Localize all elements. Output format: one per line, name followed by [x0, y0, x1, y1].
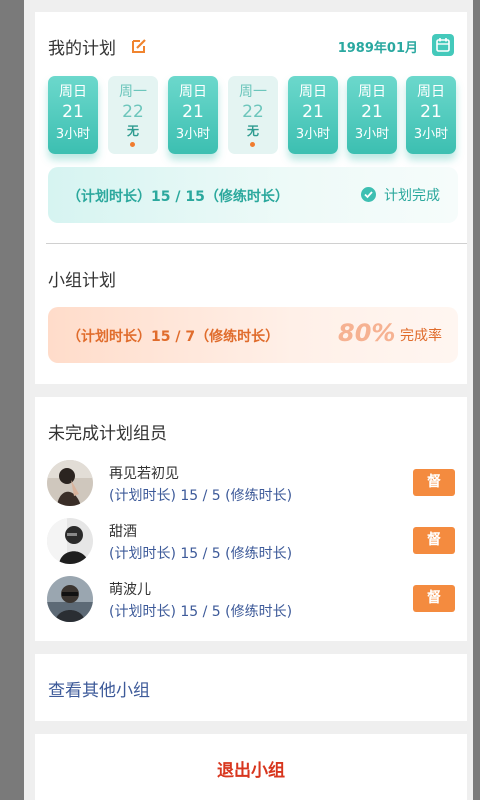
day-item[interactable]: 周一 22 无 — [108, 76, 158, 154]
day-date: 21 — [361, 102, 383, 122]
member-stat: (计划时长) 15 / 5 (修练时长) — [109, 546, 293, 562]
day-weekday: 周日 — [417, 84, 445, 100]
day-date: 21 — [420, 102, 442, 122]
plan-summary-bar: （计划时长）15 / 15（修练时长） 计划完成 — [48, 167, 458, 223]
day-date: 21 — [182, 102, 204, 122]
day-hours: 3小时 — [354, 127, 390, 142]
day-item[interactable]: 周日 21 3小时 — [288, 76, 338, 154]
calendar-icon[interactable] — [432, 34, 454, 56]
dot-indicator — [130, 142, 135, 147]
week-day-row: 周日 21 3小时 周一 22 无 周日 21 3小时 周一 22 无 周日 2… — [48, 76, 458, 156]
day-item[interactable]: 周日 21 3小时 — [48, 76, 98, 154]
day-date: 21 — [302, 102, 324, 122]
member-row: 再见若初见 (计划时长) 15 / 5 (修练时长) 督 — [35, 460, 467, 510]
member-stat: (计划时长) 15 / 5 (修练时长) — [109, 488, 293, 504]
left-edge — [0, 0, 24, 800]
edit-icon[interactable] — [131, 38, 147, 54]
completion-rate-label: 完成率 — [400, 328, 442, 344]
day-hours: 3小时 — [413, 127, 449, 142]
member-stat: (计划时长) 15 / 5 (修练时长) — [109, 604, 293, 620]
year-month-label[interactable]: 1989年01月 — [338, 37, 418, 56]
dot-indicator — [250, 142, 255, 147]
completion-rate: 80% — [338, 319, 396, 347]
member-row: 萌波儿 (计划时长) 15 / 5 (修练时长) 督 — [35, 576, 467, 626]
plan-title: 我的计划 — [48, 39, 116, 59]
exit-card: 退出小组 — [35, 734, 467, 800]
check-circle-icon — [361, 187, 376, 202]
day-item[interactable]: 周日 21 3小时 — [347, 76, 397, 154]
avatar[interactable] — [47, 576, 93, 622]
day-weekday: 周日 — [358, 84, 386, 100]
day-weekday: 周日 — [179, 84, 207, 100]
day-weekday: 周一 — [119, 84, 147, 100]
plan-summary-text: （计划时长）15 / 15（修练时长） — [67, 189, 289, 205]
members-card: 未完成计划组员 再见若初见 (计划时长) 15 / 5 (修练时长) 督 甜酒 … — [35, 397, 467, 641]
member-name: 甜酒 — [109, 524, 137, 540]
urge-button[interactable]: 督 — [413, 469, 455, 496]
view-other-groups-link[interactable]: 查看其他小组 — [48, 676, 150, 701]
group-plan-title: 小组计划 — [48, 271, 116, 291]
exit-group-button[interactable]: 退出小组 — [35, 756, 467, 781]
group-summary-bar: （计划时长）15 / 7（修练时长） 80% 完成率 — [48, 307, 458, 363]
day-weekday: 周一 — [239, 84, 267, 100]
avatar[interactable] — [47, 460, 93, 506]
member-row: 甜酒 (计划时长) 15 / 5 (修练时长) 督 — [35, 518, 467, 568]
member-name: 萌波儿 — [109, 582, 151, 598]
urge-button[interactable]: 督 — [413, 527, 455, 554]
avatar[interactable] — [47, 518, 93, 564]
other-groups-card: 查看其他小组 — [35, 654, 467, 721]
day-hours: 无 — [126, 124, 139, 138]
plan-header: 我的计划 1989年01月 — [48, 34, 454, 59]
day-date: 21 — [62, 102, 84, 122]
day-weekday: 周日 — [299, 84, 327, 100]
plan-card: 我的计划 1989年01月 周日 21 3小时 周一 22 无 周日 21 3小… — [35, 12, 467, 384]
member-name: 再见若初见 — [109, 466, 179, 482]
day-hours: 3小时 — [295, 127, 331, 142]
group-summary-text: （计划时长）15 / 7（修练时长） — [67, 329, 280, 345]
day-date: 22 — [242, 102, 264, 122]
plan-status: 计划完成 — [384, 188, 440, 204]
right-edge — [473, 0, 480, 800]
divider — [46, 243, 467, 244]
day-hours: 3小时 — [55, 127, 91, 142]
members-title: 未完成计划组员 — [48, 424, 167, 444]
day-hours: 3小时 — [175, 127, 211, 142]
day-item[interactable]: 周日 21 3小时 — [406, 76, 456, 154]
day-date: 22 — [122, 102, 144, 122]
app-screen: 我的计划 1989年01月 周日 21 3小时 周一 22 无 周日 21 3小… — [24, 0, 473, 800]
day-item[interactable]: 周日 21 3小时 — [168, 76, 218, 154]
day-item[interactable]: 周一 22 无 — [228, 76, 278, 154]
day-weekday: 周日 — [59, 84, 87, 100]
urge-button[interactable]: 督 — [413, 585, 455, 612]
day-hours: 无 — [246, 124, 259, 138]
